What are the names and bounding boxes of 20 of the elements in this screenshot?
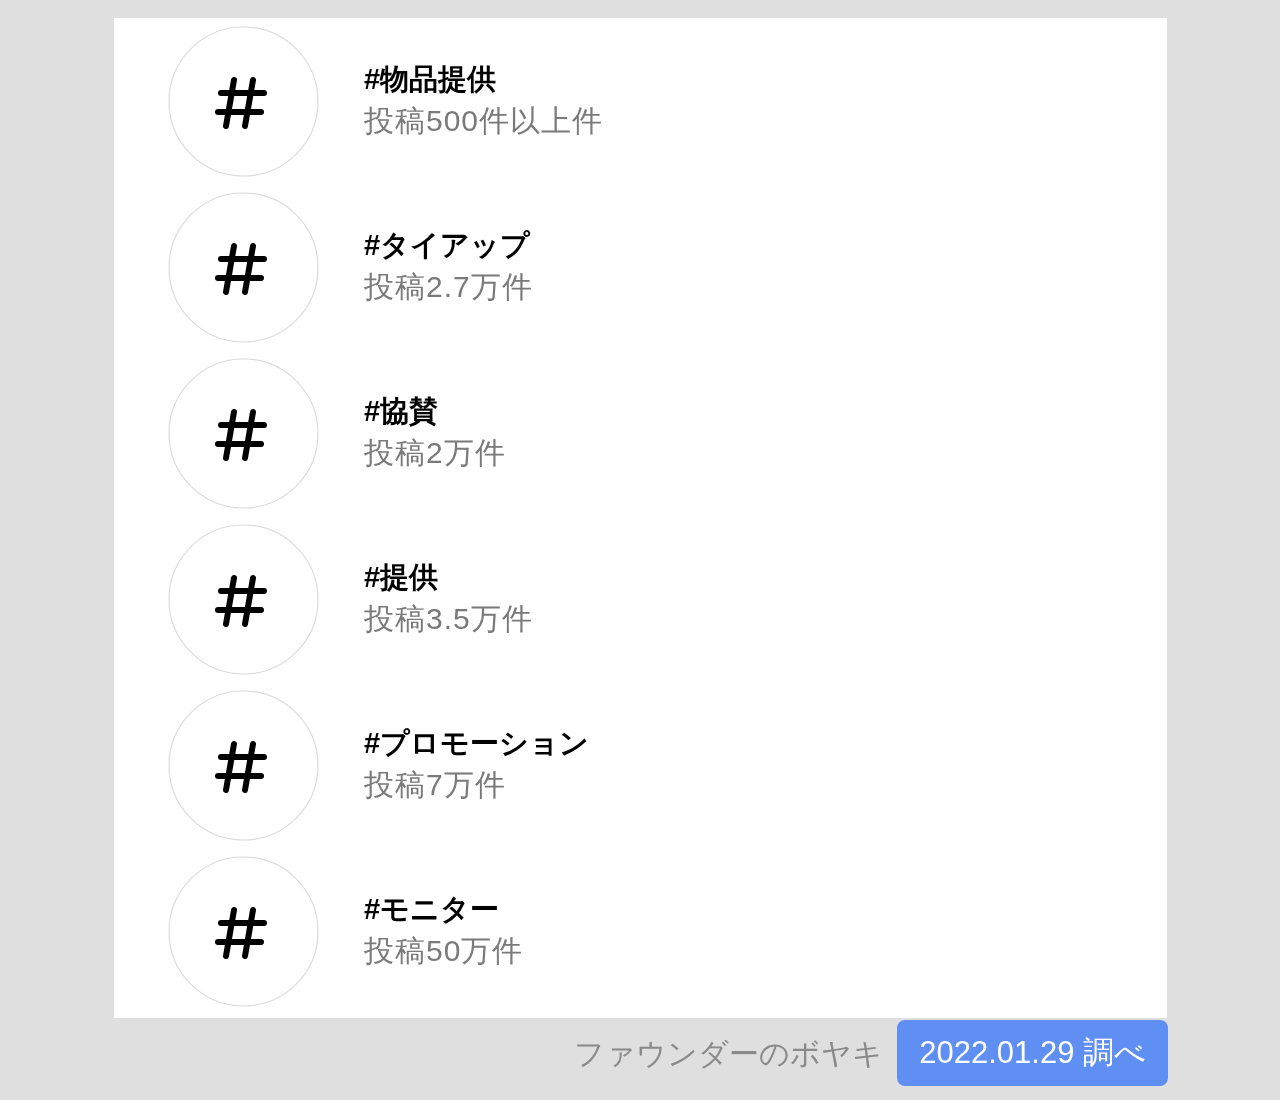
hashtag-icon bbox=[168, 855, 319, 1007]
hashtag-name: #協賛 bbox=[364, 394, 440, 429]
hashtag-name: #物品提供 bbox=[364, 62, 498, 97]
post-count: 投稿50万件 bbox=[364, 933, 524, 969]
hashtag-icon bbox=[168, 689, 319, 841]
date-badge: 2022.01.29 調べ bbox=[897, 1020, 1168, 1086]
post-count: 投稿2.7万件 bbox=[364, 269, 533, 305]
post-count: 投稿3.5万件 bbox=[364, 601, 533, 637]
post-count: 投稿2万件 bbox=[364, 435, 506, 471]
hashtag-icon bbox=[168, 25, 319, 177]
hashtag-icon bbox=[168, 191, 319, 343]
post-count: 投稿7万件 bbox=[364, 767, 507, 803]
hashtag-name: #提供 bbox=[364, 560, 440, 595]
hashtag-name: #モニター bbox=[364, 892, 501, 927]
hashtag-icon bbox=[168, 523, 319, 675]
hashtag-name: #プロモーション bbox=[364, 726, 590, 761]
hashtag-icon bbox=[168, 357, 319, 509]
post-count: 投稿500件以上件 bbox=[364, 103, 604, 139]
hashtag-name: #タイアップ bbox=[364, 228, 532, 263]
source-credit: ファウンダーのボヤキ bbox=[574, 1035, 884, 1072]
